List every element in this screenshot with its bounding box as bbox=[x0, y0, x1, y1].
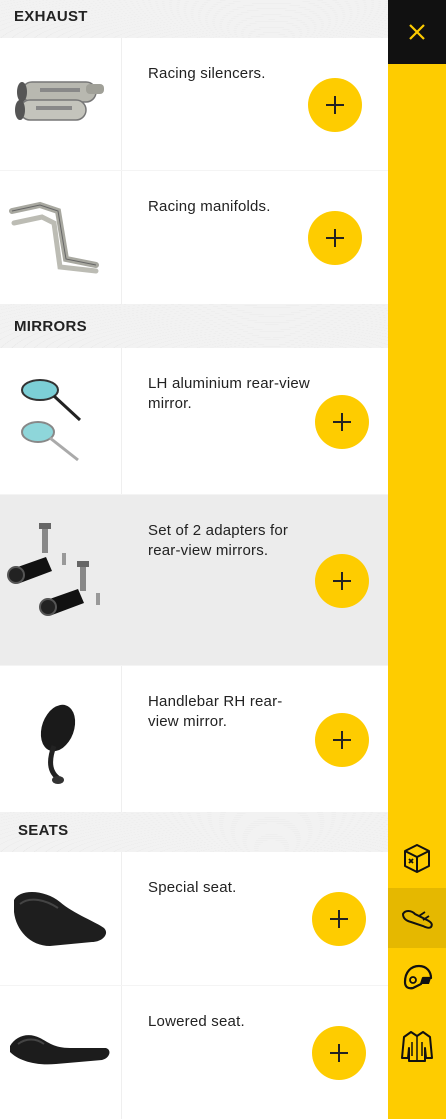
plus-icon bbox=[330, 1044, 348, 1062]
add-button[interactable] bbox=[315, 713, 369, 767]
item-label: LH aluminium rear-view mirror. bbox=[148, 375, 310, 412]
side-rail bbox=[388, 0, 446, 1119]
helmet-button[interactable] bbox=[388, 948, 446, 1008]
item-label: Racing silencers. bbox=[148, 65, 266, 82]
add-button[interactable] bbox=[312, 1026, 366, 1080]
list-item[interactable]: Racing manifolds. bbox=[0, 171, 388, 304]
item-label: Special seat. bbox=[148, 879, 237, 896]
plus-icon bbox=[326, 96, 344, 114]
special-seat-image bbox=[0, 852, 122, 985]
lh-mirror-image bbox=[0, 348, 122, 494]
racing-silencers-image bbox=[0, 38, 122, 170]
racing-manifolds-image bbox=[0, 171, 122, 304]
add-button[interactable] bbox=[308, 211, 362, 265]
list-item[interactable]: LH aluminium rear-view mirror. bbox=[0, 348, 388, 494]
plus-icon bbox=[326, 229, 344, 247]
item-label: Handlebar RH rear-view mirror. bbox=[148, 693, 283, 730]
plus-icon bbox=[333, 572, 351, 590]
handlebar-mirror-image bbox=[0, 666, 122, 812]
jacket-button[interactable] bbox=[388, 1016, 446, 1076]
parts-icon bbox=[401, 910, 433, 929]
close-button[interactable] bbox=[388, 0, 446, 64]
add-button[interactable] bbox=[308, 78, 362, 132]
item-label: Lowered seat. bbox=[148, 1013, 245, 1030]
section-header-mirrors: MIRRORS bbox=[0, 304, 388, 348]
section-header-exhaust: EXHAUST bbox=[0, 0, 388, 38]
parts-button[interactable] bbox=[388, 888, 446, 948]
list-item[interactable]: Lowered seat. bbox=[0, 986, 388, 1119]
accessories-box-button[interactable] bbox=[388, 828, 446, 888]
list-item[interactable]: Set of 2 adapters for rear-view mirrors. bbox=[0, 495, 388, 665]
plus-icon bbox=[330, 910, 348, 928]
plus-icon bbox=[333, 731, 351, 749]
item-label: Set of 2 adapters for rear-view mirrors. bbox=[148, 522, 289, 559]
helmet-icon bbox=[403, 964, 433, 990]
list-item[interactable]: Handlebar RH rear-view mirror. bbox=[0, 666, 388, 812]
plus-icon bbox=[333, 413, 351, 431]
accessories-box-icon bbox=[404, 844, 430, 873]
close-icon bbox=[409, 24, 425, 40]
accessories-list: EXHAUST Racing silencers. Racing manifol… bbox=[0, 0, 388, 1119]
lowered-seat-image bbox=[0, 986, 122, 1119]
section-header-seats: SEATS bbox=[0, 812, 388, 852]
add-button[interactable] bbox=[315, 554, 369, 608]
mirror-adapters-image bbox=[0, 495, 122, 665]
item-label: Racing manifolds. bbox=[148, 198, 271, 215]
list-item[interactable]: Racing silencers. bbox=[0, 38, 388, 170]
list-item[interactable]: Special seat. bbox=[0, 852, 388, 985]
jacket-icon bbox=[401, 1031, 433, 1062]
add-button[interactable] bbox=[312, 892, 366, 946]
add-button[interactable] bbox=[315, 395, 369, 449]
